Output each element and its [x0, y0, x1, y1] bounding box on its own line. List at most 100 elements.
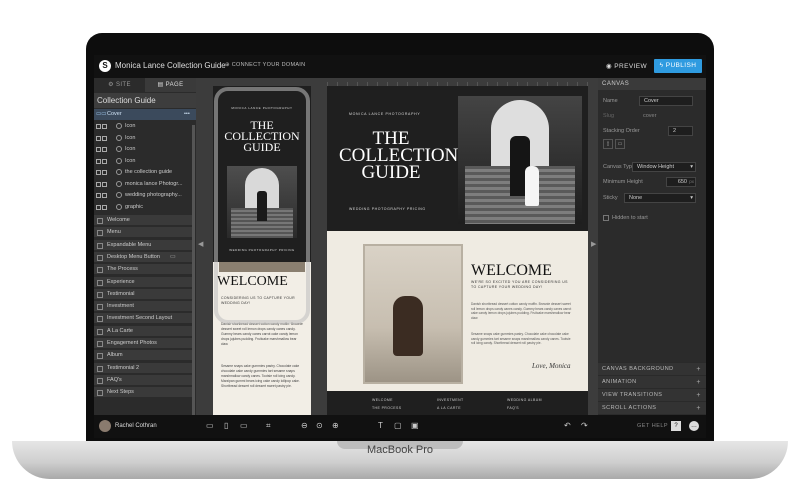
min-height-field[interactable]: 650 px [666, 177, 696, 187]
name-field[interactable]: Cover [639, 96, 693, 106]
device-toggle-icon[interactable] [96, 204, 108, 211]
device-toggle-icon[interactable] [96, 181, 108, 188]
accordion-view-transitions[interactable]: VIEW TRANSITIONS + [598, 388, 706, 401]
mobile-device-icon[interactable]: ▯ [603, 139, 613, 149]
publish-button[interactable]: ϟ PUBLISH [654, 59, 702, 73]
crop-icon[interactable]: ⌗ [266, 421, 271, 431]
sidebar-section[interactable]: Engagement Photos [94, 338, 192, 349]
device-toggle-icon[interactable] [96, 124, 108, 130]
device-toggle-icon[interactable] [96, 193, 108, 199]
stacking-order-label: Stacking Order [603, 128, 640, 134]
device-toggle-icon[interactable] [96, 170, 108, 176]
get-help-link[interactable]: GET HELP [637, 423, 668, 429]
add-element-icon[interactable]: ▢ [394, 421, 402, 430]
sidebar-subitem-label: Icon [125, 157, 136, 164]
sidebar-section-label: Next Steps [107, 389, 134, 396]
app-logo-icon[interactable]: S [99, 60, 111, 72]
site-title[interactable]: Monica Lance Collection Guide [115, 61, 226, 70]
tab-site[interactable]: ⚙ SITE [94, 78, 145, 92]
connect-domain-label: CONNECT YOUR DOMAIN [231, 62, 306, 68]
sidebar-section[interactable]: Experience [94, 276, 192, 288]
desktop-device-icon[interactable]: ▭ [615, 139, 625, 149]
sidebar-subitem[interactable]: wedding photography... [94, 190, 196, 201]
sidebar-section[interactable]: A La Carte [94, 325, 192, 337]
sticky-select[interactable]: None ▾ [624, 193, 696, 203]
mobile-preview[interactable]: MONICA LANCE PHOTOGRAPHY THE COLLECTION … [213, 86, 311, 415]
desktop-nav-welcome[interactable]: WELCOME [372, 398, 393, 402]
tab-page[interactable]: ▤ PAGE [145, 78, 196, 92]
slug-value[interactable]: cover [643, 113, 656, 119]
sidebar-subitem[interactable]: Icon [94, 144, 196, 155]
sidebar-section[interactable]: FAQ's [94, 374, 192, 386]
page-icon: ▤ [157, 82, 166, 88]
sidebar-section[interactable]: Desktop Menu Button ▭ [94, 251, 192, 263]
accordion-canvas-background[interactable]: CANVAS BACKGROUND + [598, 362, 706, 375]
sidebar-section[interactable]: Investment Second Layout [94, 313, 192, 325]
desktop-preview[interactable]: MONICA LANCE PHOTOGRAPHY THE COLLECTION … [327, 86, 588, 415]
collapse-left-icon[interactable]: ◀ [198, 240, 203, 248]
desktop-welcome-heading: WELCOME [471, 262, 552, 279]
sidebar-subitem[interactable]: graphic [94, 202, 196, 213]
add-image-icon[interactable]: ▣ [411, 421, 419, 430]
sidebar-item-cover[interactable]: ▭▭ Cover ••• [94, 109, 196, 120]
sidebar-section[interactable]: Testimonial [94, 288, 192, 300]
monitor-icon[interactable]: ▭ [240, 421, 248, 430]
sidebar-section[interactable]: Menu [94, 227, 192, 239]
user-name[interactable]: Rachel Cothran [115, 423, 157, 429]
sidebar-subitem[interactable]: Icon [94, 133, 196, 144]
sidebar-section-label: Menu [107, 229, 121, 236]
device-toggle-icon[interactable]: ▭▭ [96, 111, 106, 117]
desktop-nav-faqs[interactable]: FAQ'S [507, 406, 519, 410]
sidebar-subitem[interactable]: Icon [94, 156, 196, 167]
device-toggle-icon[interactable] [96, 158, 108, 165]
redo-icon[interactable]: ↷ [581, 421, 588, 430]
desktop-nav-process[interactable]: THE PROCESS [372, 406, 402, 410]
accordion-animation[interactable]: ANIMATION + [598, 375, 706, 388]
zoom-fit-icon[interactable]: ⊙ [316, 421, 323, 430]
stacking-order-field[interactable]: 2 [668, 126, 693, 136]
chat-icon[interactable]: … [689, 421, 699, 431]
sidebar-section[interactable]: Investment [94, 301, 192, 313]
device-toggle-icon[interactable] [96, 135, 108, 142]
connect-domain-link[interactable]: ⊕ CONNECT YOUR DOMAIN [225, 62, 305, 68]
docs-icon[interactable]: ? [671, 421, 681, 431]
sidebar-section-label: Desktop Menu Button [107, 253, 160, 260]
device-toggle-icon[interactable] [96, 147, 108, 153]
sidebar-subitem[interactable]: Icon [94, 121, 196, 132]
canvas-type-select[interactable]: Window Height ▾ [632, 162, 696, 172]
sidebar-section[interactable]: Expandable Menu [94, 239, 192, 251]
sidebar-section-label: Testimonial [107, 290, 135, 297]
sidebar-section[interactable]: Testimonial 2 [94, 362, 192, 374]
zoom-out-icon[interactable]: ⊖ [301, 421, 308, 430]
accordion-label: CANVAS BACKGROUND [602, 366, 674, 372]
preview-button[interactable]: ◉ PREVIEW [606, 62, 647, 70]
sidebar-subitem[interactable]: the collection guide [94, 167, 196, 178]
desktop-nav-a-la-carte[interactable]: A LA CARTE [437, 406, 461, 410]
mobile-view-icon[interactable]: ▯ [224, 421, 228, 430]
desktop-nav-investment[interactable]: INVESTMENT [437, 398, 464, 402]
add-text-icon[interactable]: T [378, 421, 383, 430]
sidebar-section[interactable]: Next Steps [94, 387, 192, 399]
section-icon [97, 279, 103, 286]
section-icon [97, 353, 103, 360]
more-options-icon[interactable]: ••• [184, 111, 190, 117]
undo-icon[interactable]: ↶ [564, 421, 571, 430]
avatar[interactable] [99, 420, 111, 432]
desktop-nav-wedding-album[interactable]: WEDDING ALBUM [507, 398, 542, 402]
sidebar-subitem-label: graphic [125, 203, 144, 210]
hidden-to-start-checkbox[interactable] [603, 215, 609, 221]
sidebar-section[interactable]: The Process [94, 264, 192, 276]
zoom-in-icon[interactable]: ⊕ [332, 421, 339, 430]
device-toggle: ▯ ▭ [603, 139, 627, 149]
sidebar-subitem[interactable]: monica lance Photogr... [94, 179, 196, 190]
accordion-scroll-actions[interactable]: SCROLL ACTIONS + [598, 401, 706, 414]
sidebar-section[interactable]: Welcome [94, 215, 192, 226]
desktop-view-icon[interactable]: ▭ [206, 421, 214, 430]
section-icon [97, 377, 103, 384]
collapse-right-icon[interactable]: ▶ [591, 240, 596, 248]
sidebar-section[interactable]: Album [94, 350, 192, 362]
sidebar-tabs: ⚙ SITE ▤ PAGE [94, 78, 196, 92]
sidebar-section-label: Album [107, 352, 123, 359]
desktop-cover-subtitle: WEDDING PHOTOGRAPHY PRICING [349, 207, 426, 211]
page-title[interactable]: Collection Guide [94, 93, 196, 108]
